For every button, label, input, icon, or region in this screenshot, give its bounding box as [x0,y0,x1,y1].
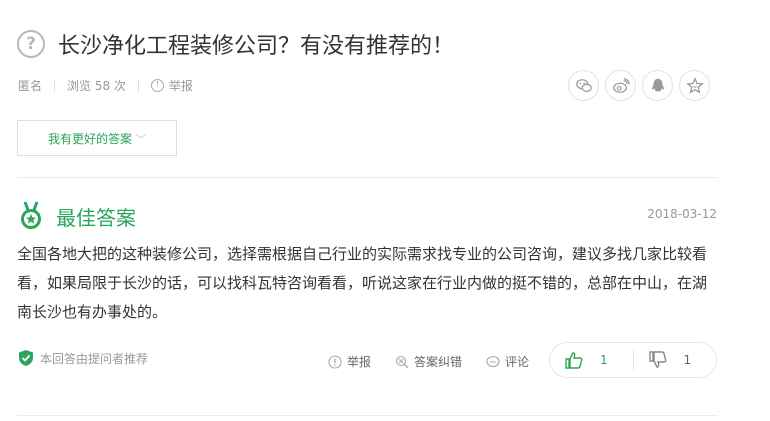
wechat-icon [575,78,592,92]
comment-button[interactable]: 评论 [486,353,529,370]
thumbs-down-icon [648,351,666,368]
report-question-link[interactable]: ! 举报 [150,77,193,94]
downvote-button[interactable]: 1 [634,350,717,370]
weibo-share-button[interactable] [605,70,636,101]
meta-divider [54,79,56,92]
correction-label: 答案纠错 [414,355,463,369]
report-answer-label: 举报 [347,355,372,369]
thumbs-up-icon [565,352,583,369]
meta-divider [137,79,139,92]
view-count: 浏览 58 次 [67,79,126,93]
comment-label: 评论 [505,355,530,369]
downvote-count: 1 [683,353,692,367]
upvote-count: 1 [600,353,608,367]
share-bar [568,70,710,101]
section-divider [17,415,718,416]
star-icon [685,76,704,94]
wechat-share-button[interactable] [568,70,599,101]
best-answer-title: 最佳答案 [56,205,136,230]
qq-share-button[interactable] [642,70,673,101]
chevron-down-icon: ﹀ [136,134,146,146]
report-answer-button[interactable]: 举报 [328,353,371,370]
recommended-badge: 本回答由提问者推荐 [18,349,148,367]
recommended-label: 本回答由提问者推荐 [40,351,149,366]
shield-check-icon [19,350,33,366]
better-answer-button[interactable]: 我有更好的答案 ﹀ [17,120,177,156]
medal-icon [21,201,41,229]
correction-icon [395,355,409,368]
better-answer-label: 我有更好的答案 [47,131,132,146]
correction-button[interactable]: 答案纠错 [395,353,462,370]
warning-icon: ! [150,79,164,92]
author-label: 匿名 [18,79,43,93]
vote-box: 1 1 [549,342,717,378]
weibo-icon [612,77,630,93]
question-meta: 匿名 浏览 58 次 ! 举报 [18,77,193,94]
section-divider [17,177,718,178]
question-circle-icon: ? [17,30,45,58]
qq-icon [651,78,664,91]
answer-actions: 举报 答案纠错 评论 [328,353,553,370]
answer-date: 2018-03-12 [647,207,717,221]
answer-content: 全国各地大把的这种装修公司，选择需根据自己行业的实际需求找专业的公司咨询，建议多… [17,245,708,321]
question-title: 长沙净化工程装修公司？有没有推荐的！ [58,34,455,59]
warning-icon [328,354,342,369]
report-label: 举报 [168,79,193,93]
best-answer-header: 最佳答案 [17,200,136,232]
favorite-button[interactable] [679,70,710,101]
question-header: ? 长沙净化工程装修公司？有没有推荐的！ [17,28,454,60]
comment-icon [486,355,500,367]
upvote-button[interactable]: 1 [550,350,633,370]
